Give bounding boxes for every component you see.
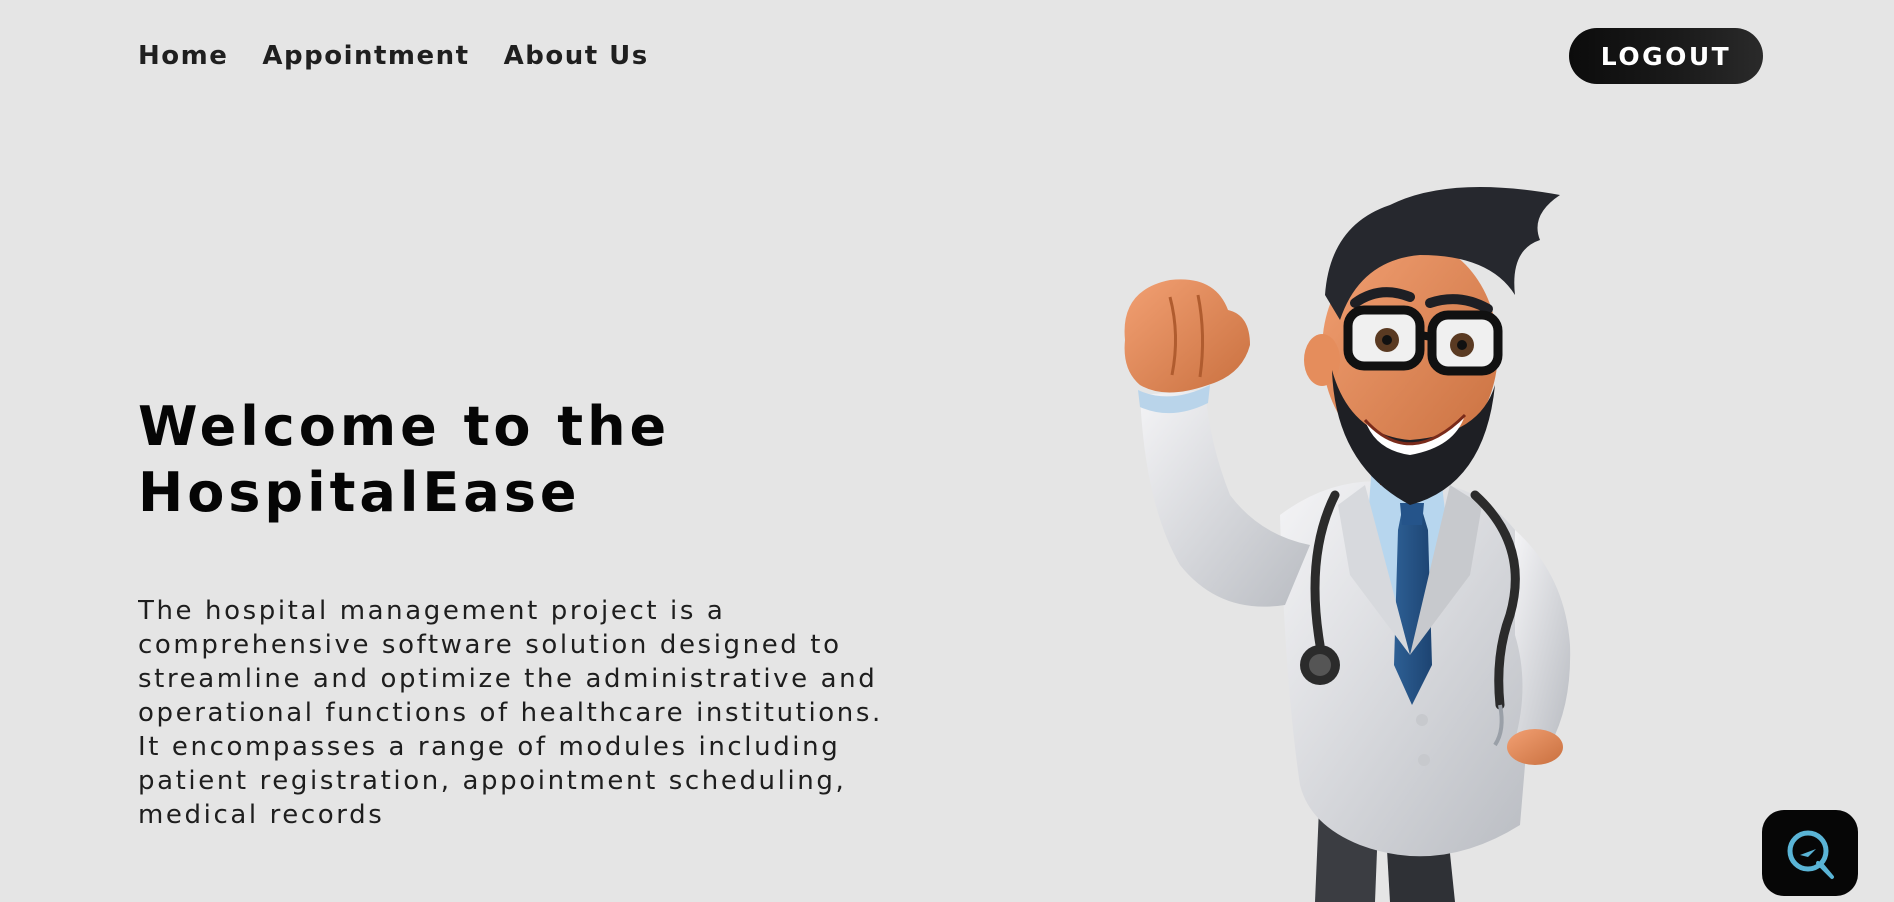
- main-nav: Home Appointment About Us: [138, 38, 649, 74]
- landing-page: Home Appointment About Us LOGOUT Welcome…: [0, 0, 1894, 902]
- cartoon-doctor-illustration: [1124, 187, 1571, 902]
- hero-title-line-1: Welcome to the: [138, 395, 671, 458]
- chat-support-icon: [1787, 830, 1834, 879]
- nav-link-appointment[interactable]: Appointment: [262, 38, 469, 74]
- logout-button[interactable]: LOGOUT: [1569, 28, 1763, 84]
- hero-description: The hospital management project is a com…: [138, 596, 883, 830]
- chat-support-button[interactable]: [1762, 810, 1858, 896]
- hero-title-line-2: HospitalEase: [138, 461, 581, 524]
- nav-link-about-us[interactable]: About Us: [504, 38, 649, 74]
- nav-link-home[interactable]: Home: [138, 38, 228, 74]
- hero-title: Welcome to the HospitalEase: [138, 394, 758, 526]
